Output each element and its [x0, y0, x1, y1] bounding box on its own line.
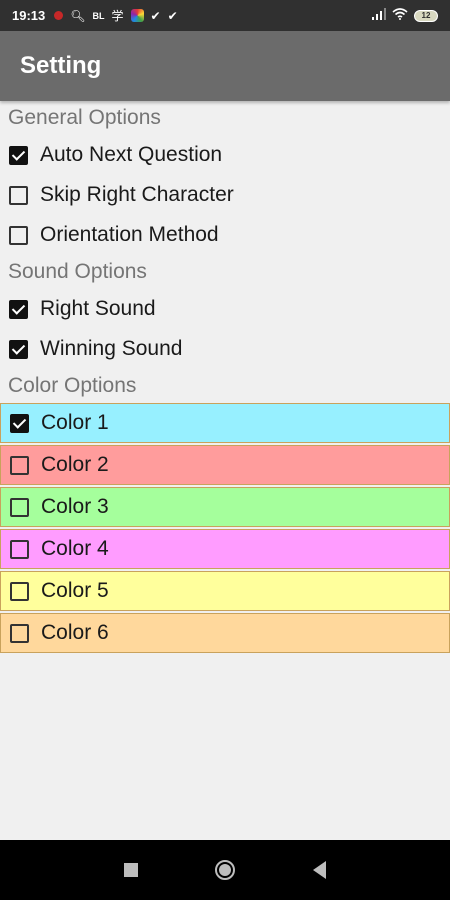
section-header-sound: Sound Options	[8, 260, 147, 283]
color-option-2[interactable]: Color 2	[0, 445, 450, 485]
checkbox-unchecked-icon[interactable]	[9, 185, 28, 205]
color-option-6[interactable]: Color 6	[0, 613, 450, 653]
cn-badge: 学	[111, 8, 124, 23]
check-icon: ✔	[167, 8, 178, 23]
option-label: Color 2	[41, 453, 109, 476]
option-label: Auto Next Question	[40, 143, 223, 166]
home-button-icon[interactable]	[215, 860, 236, 880]
option-label: Right Sound	[40, 297, 156, 320]
color-option-5[interactable]: Color 5	[0, 571, 450, 611]
checkbox-unchecked-icon[interactable]	[10, 623, 29, 643]
option-label: Orientation Method	[40, 223, 219, 246]
status-time: 19:13	[12, 8, 46, 23]
checkbox-checked-icon[interactable]	[9, 145, 28, 165]
bl-badge: BL	[92, 10, 105, 21]
option-skip-right-character[interactable]: Skip Right Character	[0, 175, 450, 215]
section-header-general: General Options	[8, 106, 161, 129]
option-label: Color 5	[41, 579, 109, 602]
page-title: Setting	[20, 52, 102, 79]
option-winning-sound[interactable]: Winning Sound	[0, 329, 450, 369]
option-right-sound[interactable]: Right Sound	[0, 289, 450, 329]
option-label: Color 4	[41, 537, 109, 560]
checkbox-checked-icon[interactable]	[9, 299, 28, 319]
option-orientation-method[interactable]: Orientation Method	[0, 215, 450, 255]
checkbox-unchecked-icon[interactable]	[10, 455, 29, 475]
battery-icon: 12	[414, 9, 438, 22]
section-header-color: Color Options	[8, 374, 137, 397]
checkbox-unchecked-icon[interactable]	[10, 497, 29, 517]
option-label: Winning Sound	[40, 337, 183, 360]
signal-icon	[372, 8, 386, 23]
checkbox-unchecked-icon[interactable]	[10, 581, 29, 601]
color-option-1[interactable]: Color 1	[0, 403, 450, 443]
option-label: Color 1	[41, 411, 109, 434]
checkbox-checked-icon[interactable]	[9, 339, 28, 359]
app-bar: Setting	[0, 31, 450, 101]
option-label: Skip Right Character	[40, 183, 234, 206]
settings-list: General Options Auto Next Question Skip …	[0, 101, 450, 653]
checkbox-unchecked-icon[interactable]	[9, 225, 28, 245]
status-bar: 19:13 🔍︎ BL 学 ✔ ✔ 12	[0, 0, 450, 31]
search-icon: 🔍︎	[70, 8, 86, 23]
option-label: Color 3	[41, 495, 109, 518]
option-label: Color 6	[41, 621, 109, 644]
notification-dot-icon	[54, 11, 64, 20]
option-auto-next-question[interactable]: Auto Next Question	[0, 135, 450, 175]
color-options-list: Color 1 Color 2 Color 3 Color 4 Color 5 …	[0, 403, 450, 653]
color-option-4[interactable]: Color 4	[0, 529, 450, 569]
check-icon: ✔	[150, 8, 161, 23]
colorful-app-icon	[130, 9, 144, 22]
recents-button-icon[interactable]	[123, 863, 138, 877]
back-button-icon[interactable]	[313, 861, 327, 879]
checkbox-checked-icon[interactable]	[10, 413, 29, 433]
color-option-3[interactable]: Color 3	[0, 487, 450, 527]
checkbox-unchecked-icon[interactable]	[10, 539, 29, 559]
wifi-icon	[392, 8, 408, 23]
navigation-bar	[0, 840, 450, 900]
